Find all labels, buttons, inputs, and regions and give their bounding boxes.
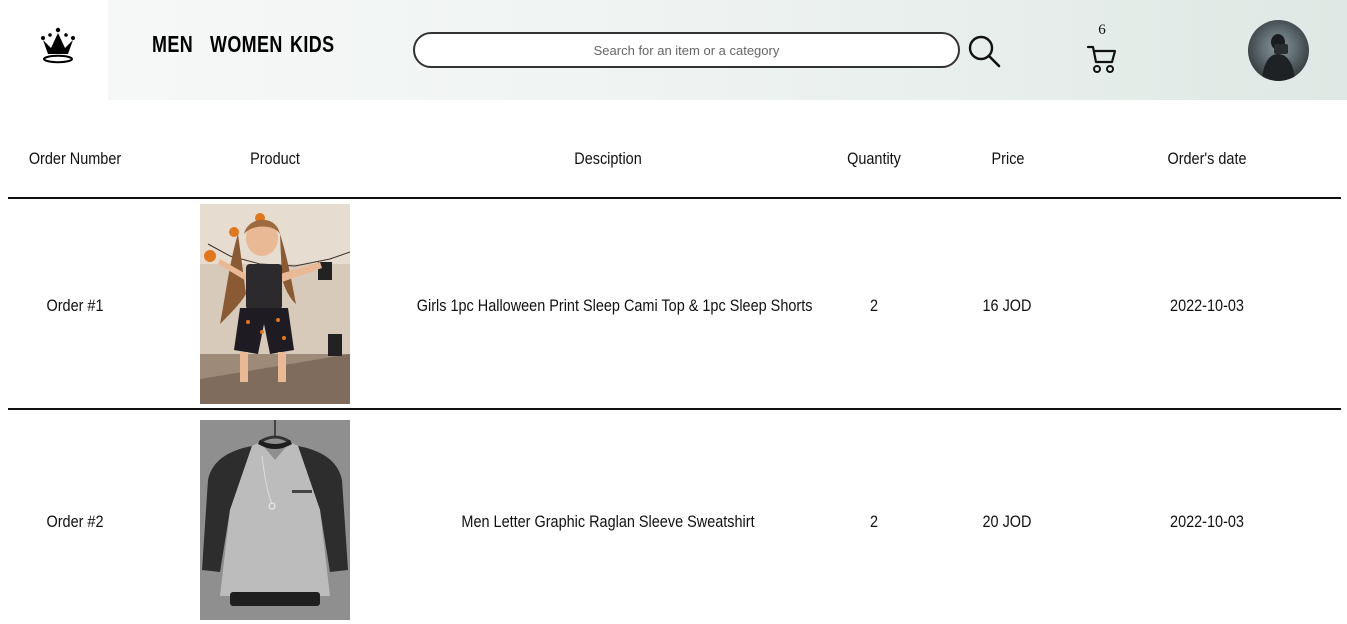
- girls-halloween-pajama-photo: [200, 204, 350, 404]
- product-image-sweatshirt[interactable]: [200, 420, 350, 620]
- order-number-cell: Order #1: [46, 296, 104, 315]
- cart-icon: [1086, 45, 1117, 73]
- nav-kids-link[interactable]: KIDS: [290, 31, 334, 58]
- price-cell: 20 JOD: [982, 512, 1032, 531]
- nav-men-link[interactable]: MEN: [152, 31, 193, 58]
- col-header-price: Price: [991, 149, 1025, 168]
- nav-women-link[interactable]: WOMEN: [210, 31, 282, 58]
- search-icon[interactable]: [966, 34, 1002, 68]
- cart-count-badge: 6: [1098, 22, 1106, 38]
- description-cell: Men Letter Graphic Raglan Sleeve Sweatsh…: [461, 512, 755, 531]
- col-header-product: Product: [250, 149, 300, 168]
- quantity-cell: 2: [869, 296, 879, 315]
- user-silhouette-icon: [1262, 34, 1295, 81]
- order-date-cell: 2022-10-03: [1170, 296, 1244, 315]
- cart-button[interactable]: 6: [1084, 22, 1120, 76]
- col-header-order-number: Order Number: [28, 149, 122, 168]
- order-date-cell: 2022-10-03: [1170, 512, 1244, 531]
- row-divider: [8, 408, 1341, 410]
- order-number-cell: Order #2: [46, 512, 104, 531]
- price-cell: 16 JOD: [982, 296, 1032, 315]
- col-header-order-date: Order's date: [1167, 149, 1247, 168]
- search-input[interactable]: [413, 32, 960, 68]
- col-header-description: Desciption: [574, 149, 642, 168]
- description-cell: Girls 1pc Halloween Print Sleep Cami Top…: [416, 296, 813, 315]
- user-avatar[interactable]: [1248, 20, 1309, 81]
- category-nav: MEN WOMEN KIDS: [152, 31, 340, 58]
- product-image-girls-pajama[interactable]: [200, 204, 350, 404]
- header-divider: [8, 197, 1341, 199]
- crown-icon[interactable]: [38, 26, 78, 66]
- site-header: MEN WOMEN KIDS 6: [0, 0, 1347, 100]
- men-raglan-sweatshirt-photo: [200, 420, 350, 620]
- col-header-quantity: Quantity: [847, 149, 901, 168]
- quantity-cell: 2: [869, 512, 879, 531]
